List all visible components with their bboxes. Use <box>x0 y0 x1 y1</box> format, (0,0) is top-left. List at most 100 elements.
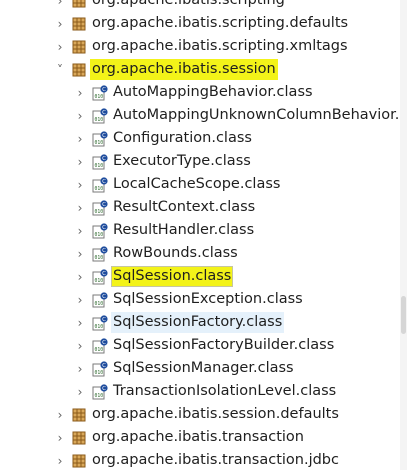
tree-row-package[interactable]: › org.apache.ibatis.scripting.xmltags <box>0 35 407 58</box>
package-icon <box>72 63 86 77</box>
package-icon <box>72 431 86 445</box>
chevron-right-icon[interactable]: › <box>72 313 88 332</box>
tree-row-class[interactable]: › C 010 AutoMappingBehavior.class <box>0 81 407 104</box>
svg-text:010: 010 <box>95 209 104 215</box>
vertical-scrollbar[interactable] <box>400 0 407 470</box>
tree-row-class-hover[interactable]: › C 010 SqlSessionFactory.class <box>0 311 407 334</box>
package-label: org.apache.ibatis.scripting.defaults <box>92 15 349 31</box>
tree-row-package-expanded[interactable]: ˅ org.apache.ibatis.session <box>0 58 407 81</box>
class-label: SqlSession.class <box>111 266 234 287</box>
package-icon <box>72 408 86 422</box>
svg-text:C: C <box>102 202 106 208</box>
svg-text:010: 010 <box>95 255 104 261</box>
class-file-icon: C010 <box>92 131 108 147</box>
tree-row-class[interactable]: › C 010 RowBounds.class <box>0 242 407 265</box>
svg-text:C: C <box>102 317 106 323</box>
class-label: AutoMappingUnknownColumnBehavior.cl <box>113 107 407 123</box>
tree-row-class[interactable]: › C 010 LocalCacheScope.class <box>0 173 407 196</box>
chevron-right-icon[interactable]: › <box>72 290 88 309</box>
tree-row-class[interactable]: › C 010 ResultContext.class <box>0 196 407 219</box>
tree-row-package[interactable]: › org.apache.ibatis.scripting <box>0 0 407 12</box>
class-file-icon: C010 <box>92 200 108 216</box>
class-label: SqlSessionFactoryBuilder.class <box>113 337 335 353</box>
class-file-icon: C010 <box>92 108 108 124</box>
class-file-icon: C010 <box>92 246 108 262</box>
class-label: SqlSessionFactory.class <box>111 312 285 333</box>
class-label: SqlSessionManager.class <box>113 360 294 376</box>
svg-text:C: C <box>102 87 106 93</box>
tree-row-package[interactable]: › org.apache.ibatis.transaction <box>0 426 407 449</box>
class-file-icon: C010 <box>92 154 108 170</box>
class-file-icon: C010 <box>92 292 108 308</box>
tree-row-package[interactable]: › org.apache.ibatis.session.defaults <box>0 403 407 426</box>
chevron-right-icon[interactable]: › <box>72 359 88 378</box>
svg-text:010: 010 <box>95 186 104 192</box>
package-label: org.apache.ibatis.session <box>90 59 278 80</box>
tree-row-class[interactable]: › C 010 Configuration.class <box>0 127 407 150</box>
tree-row-class[interactable]: › C 010 SqlSessionException.class <box>0 288 407 311</box>
svg-text:010: 010 <box>95 278 104 284</box>
svg-text:010: 010 <box>95 324 104 330</box>
chevron-right-icon[interactable]: › <box>72 244 88 263</box>
svg-text:C: C <box>102 179 106 185</box>
chevron-right-icon[interactable]: › <box>72 83 88 102</box>
chevron-right-icon[interactable]: › <box>72 175 88 194</box>
tree-row-class-selected[interactable]: › C 010 SqlSession.class <box>0 265 407 288</box>
chevron-down-icon[interactable]: ˅ <box>52 60 68 79</box>
class-file-icon: C010 <box>92 384 108 400</box>
class-label: TransactionIsolationLevel.class <box>113 383 337 399</box>
scrollbar-thumb[interactable] <box>401 296 406 334</box>
class-file-icon: C010 <box>92 269 108 285</box>
svg-text:010: 010 <box>95 232 104 238</box>
package-label: org.apache.ibatis.scripting <box>92 0 285 8</box>
chevron-right-icon[interactable]: › <box>72 267 88 286</box>
svg-text:C: C <box>102 386 106 392</box>
package-label: org.apache.ibatis.session.defaults <box>92 406 339 422</box>
chevron-right-icon[interactable]: › <box>72 152 88 171</box>
svg-text:C: C <box>102 363 106 369</box>
chevron-right-icon[interactable]: › <box>52 0 68 10</box>
chevron-right-icon[interactable]: › <box>52 37 68 56</box>
chevron-right-icon[interactable]: › <box>72 336 88 355</box>
tree-row-class[interactable]: › C 010 AutoMappingUnknownColumnBehavior.… <box>0 104 407 127</box>
chevron-right-icon[interactable]: › <box>72 106 88 125</box>
svg-text:010: 010 <box>95 163 104 169</box>
tree-row-package[interactable]: › org.apache.ibatis.scripting.defaults <box>0 12 407 35</box>
tree-row-package[interactable]: › org.apache.ibatis.transaction.jdbc <box>0 449 407 472</box>
class-label: SqlSessionException.class <box>113 291 303 307</box>
svg-text:C: C <box>102 340 106 346</box>
svg-text:010: 010 <box>95 370 104 376</box>
svg-text:010: 010 <box>95 94 104 100</box>
svg-text:010: 010 <box>95 301 104 307</box>
class-file-icon: C010 <box>92 315 108 331</box>
svg-text:C: C <box>102 156 106 162</box>
chevron-right-icon[interactable]: › <box>52 14 68 33</box>
class-label: Configuration.class <box>113 130 252 146</box>
tree-row-class[interactable]: › C 010 ExecutorType.class <box>0 150 407 173</box>
tree-row-class[interactable]: › C 010 SqlSessionManager.class <box>0 357 407 380</box>
svg-text:C: C <box>102 294 106 300</box>
chevron-right-icon[interactable]: › <box>72 382 88 401</box>
chevron-right-icon[interactable]: › <box>52 451 68 470</box>
chevron-right-icon[interactable]: › <box>52 405 68 424</box>
package-icon <box>72 17 86 31</box>
svg-text:010: 010 <box>95 393 104 399</box>
tree-row-class[interactable]: › C 010 TransactionIsolationLevel.class <box>0 380 407 403</box>
chevron-right-icon[interactable]: › <box>72 221 88 240</box>
tree-row-class[interactable]: › C 010 SqlSessionFactoryBuilder.class <box>0 334 407 357</box>
chevron-right-icon[interactable]: › <box>72 129 88 148</box>
package-label: org.apache.ibatis.transaction <box>92 429 304 445</box>
package-icon <box>72 0 86 8</box>
svg-text:C: C <box>102 271 106 277</box>
tree-row-class[interactable]: › C 010 ResultHandler.class <box>0 219 407 242</box>
svg-text:C: C <box>102 225 106 231</box>
svg-text:C: C <box>102 248 106 254</box>
chevron-right-icon[interactable]: › <box>72 198 88 217</box>
chevron-right-icon[interactable]: › <box>52 428 68 447</box>
svg-text:010: 010 <box>95 117 104 123</box>
svg-text:010: 010 <box>95 347 104 353</box>
class-label: LocalCacheScope.class <box>113 176 281 192</box>
class-file-icon: C010 <box>92 338 108 354</box>
svg-text:010: 010 <box>95 140 104 146</box>
class-label: ExecutorType.class <box>113 153 251 169</box>
